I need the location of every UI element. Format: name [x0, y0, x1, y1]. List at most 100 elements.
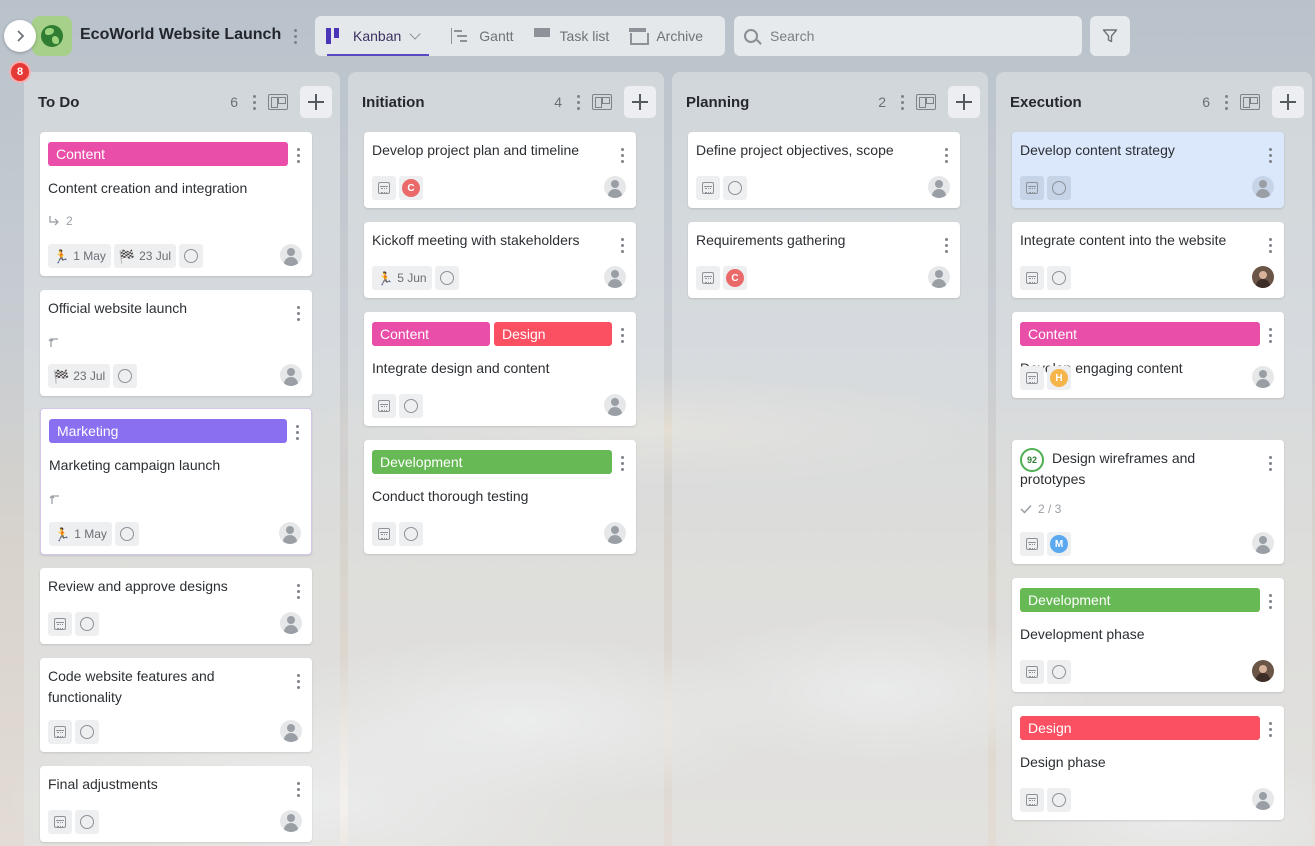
status-chip[interactable]: [723, 176, 747, 200]
tab-archive[interactable]: Archive: [629, 16, 703, 56]
card-menu-icon[interactable]: [291, 423, 303, 441]
due-date-chip[interactable]: [1020, 266, 1044, 290]
assignee-avatar[interactable]: [280, 720, 302, 742]
card-menu-icon[interactable]: [292, 780, 304, 798]
task-card[interactable]: Marketing Marketing campaign launch 🏃 1 M…: [40, 408, 312, 555]
due-date-chip[interactable]: [48, 612, 72, 636]
parent-task-link[interactable]: [48, 336, 60, 348]
tag-marketing[interactable]: Marketing: [49, 419, 287, 443]
status-chip[interactable]: [1047, 788, 1071, 812]
column-menu-icon[interactable]: [248, 93, 260, 111]
task-card[interactable]: Integrate content into the website: [1012, 222, 1284, 298]
assignee-avatar[interactable]: [928, 176, 950, 198]
card-title[interactable]: Conduct thorough testing: [372, 486, 610, 507]
task-card[interactable]: Design Design phase: [1012, 706, 1284, 820]
assignee-avatar[interactable]: [604, 176, 626, 198]
tab-gantt[interactable]: Gantt: [451, 16, 514, 56]
board-layout-icon[interactable]: [1240, 94, 1260, 110]
status-chip[interactable]: [113, 364, 138, 388]
tag-design[interactable]: Design: [1020, 716, 1260, 740]
card-title[interactable]: Development phase: [1020, 624, 1258, 645]
card-title[interactable]: Define project objectives, scope: [696, 140, 934, 161]
task-card[interactable]: Code website features and functionality: [40, 658, 312, 752]
assignee-avatar[interactable]: [280, 810, 302, 832]
end-date-chip[interactable]: 🏁 23 Jul: [113, 244, 177, 268]
tag-development[interactable]: Development: [1020, 588, 1260, 612]
project-globe-icon[interactable]: [32, 16, 72, 56]
add-card-button[interactable]: [1272, 86, 1304, 118]
due-date-chip[interactable]: [48, 810, 72, 834]
due-date-chip[interactable]: [1020, 660, 1044, 684]
checklist-progress[interactable]: 2 / 3: [1020, 502, 1061, 516]
card-menu-icon[interactable]: [1264, 720, 1276, 738]
board-layout-icon[interactable]: [916, 94, 936, 110]
search-input[interactable]: [770, 28, 1060, 44]
filter-button[interactable]: [1090, 16, 1130, 56]
user-chip[interactable]: H: [1047, 366, 1071, 390]
due-date-chip[interactable]: [372, 176, 396, 200]
card-title[interactable]: Kickoff meeting with stakeholders: [372, 230, 610, 251]
due-date-chip[interactable]: [1020, 366, 1044, 390]
task-card[interactable]: Official website launch 🏁 23 Jul: [40, 290, 312, 396]
subtask-count[interactable]: 2: [48, 214, 73, 228]
user-chip[interactable]: M: [1047, 532, 1071, 556]
card-title[interactable]: Requirements gathering: [696, 230, 934, 251]
assignee-avatar[interactable]: [1252, 532, 1274, 554]
expand-sidebar-button[interactable]: [4, 20, 36, 52]
board-layout-icon[interactable]: [592, 94, 612, 110]
due-date-chip[interactable]: [372, 394, 396, 418]
assignee-avatar[interactable]: [928, 266, 950, 288]
card-title[interactable]: Code website features and functionality: [48, 666, 286, 708]
tab-task-list[interactable]: Task list: [533, 16, 609, 56]
status-chip[interactable]: [75, 810, 99, 834]
due-date-chip[interactable]: [1020, 788, 1044, 812]
card-menu-icon[interactable]: [616, 326, 628, 344]
status-chip[interactable]: [434, 266, 459, 290]
assignee-avatar[interactable]: [1252, 788, 1274, 810]
start-date-chip[interactable]: 🏃 5 Jun: [372, 266, 432, 290]
assignee-avatar[interactable]: [1252, 176, 1274, 198]
card-menu-icon[interactable]: [1264, 146, 1276, 164]
card-menu-icon[interactable]: [616, 236, 628, 254]
chevron-down-icon[interactable]: [409, 28, 421, 40]
card-title[interactable]: Develop content strategy: [1020, 140, 1258, 161]
assignee-avatar[interactable]: [280, 244, 302, 266]
tag-development[interactable]: Development: [372, 450, 612, 474]
card-menu-icon[interactable]: [1264, 236, 1276, 254]
task-card[interactable]: Development Development phase: [1012, 578, 1284, 692]
add-card-button[interactable]: [948, 86, 980, 118]
end-date-chip[interactable]: 🏁 23 Jul: [48, 364, 111, 388]
assignee-avatar[interactable]: [1252, 366, 1274, 388]
tab-kanban[interactable]: Kanban: [325, 16, 430, 56]
task-card[interactable]: Review and approve designs: [40, 568, 312, 644]
assignee-avatar[interactable]: [280, 612, 302, 634]
card-title[interactable]: Design phase: [1020, 752, 1258, 773]
assignee-avatar[interactable]: [279, 522, 301, 544]
column-menu-icon[interactable]: [896, 93, 908, 111]
assignee-avatar[interactable]: [604, 522, 626, 544]
status-chip[interactable]: [399, 522, 423, 546]
card-title[interactable]: Marketing campaign launch: [49, 455, 285, 476]
task-card[interactable]: Kickoff meeting with stakeholders 🏃 5 Jun: [364, 222, 636, 298]
card-title[interactable]: Design wireframes and prototypes: [1020, 448, 1258, 490]
tag-content[interactable]: Content: [1020, 322, 1260, 346]
status-chip[interactable]: [114, 522, 139, 546]
add-card-button[interactable]: [624, 86, 656, 118]
card-title[interactable]: Content creation and integration: [48, 178, 286, 199]
start-date-chip[interactable]: 🏃 1 May: [48, 244, 111, 268]
card-menu-icon[interactable]: [1264, 326, 1276, 344]
due-date-chip[interactable]: [696, 266, 720, 290]
assignee-photo-avatar[interactable]: [1252, 660, 1274, 682]
notification-badge[interactable]: 8: [9, 61, 31, 83]
due-date-chip[interactable]: [1020, 176, 1044, 200]
card-menu-icon[interactable]: [292, 304, 304, 322]
due-date-chip[interactable]: [696, 176, 720, 200]
assignee-avatar[interactable]: [604, 394, 626, 416]
task-card[interactable]: Develop content strategy: [1012, 132, 1284, 208]
task-card[interactable]: Development Conduct thorough testing: [364, 440, 636, 554]
card-title[interactable]: Review and approve designs: [48, 576, 286, 597]
tag-content[interactable]: Content: [48, 142, 288, 166]
card-title[interactable]: Integrate content into the website: [1020, 230, 1258, 251]
project-menu-icon[interactable]: [289, 27, 301, 45]
task-card[interactable]: Define project objectives, scope: [688, 132, 960, 208]
